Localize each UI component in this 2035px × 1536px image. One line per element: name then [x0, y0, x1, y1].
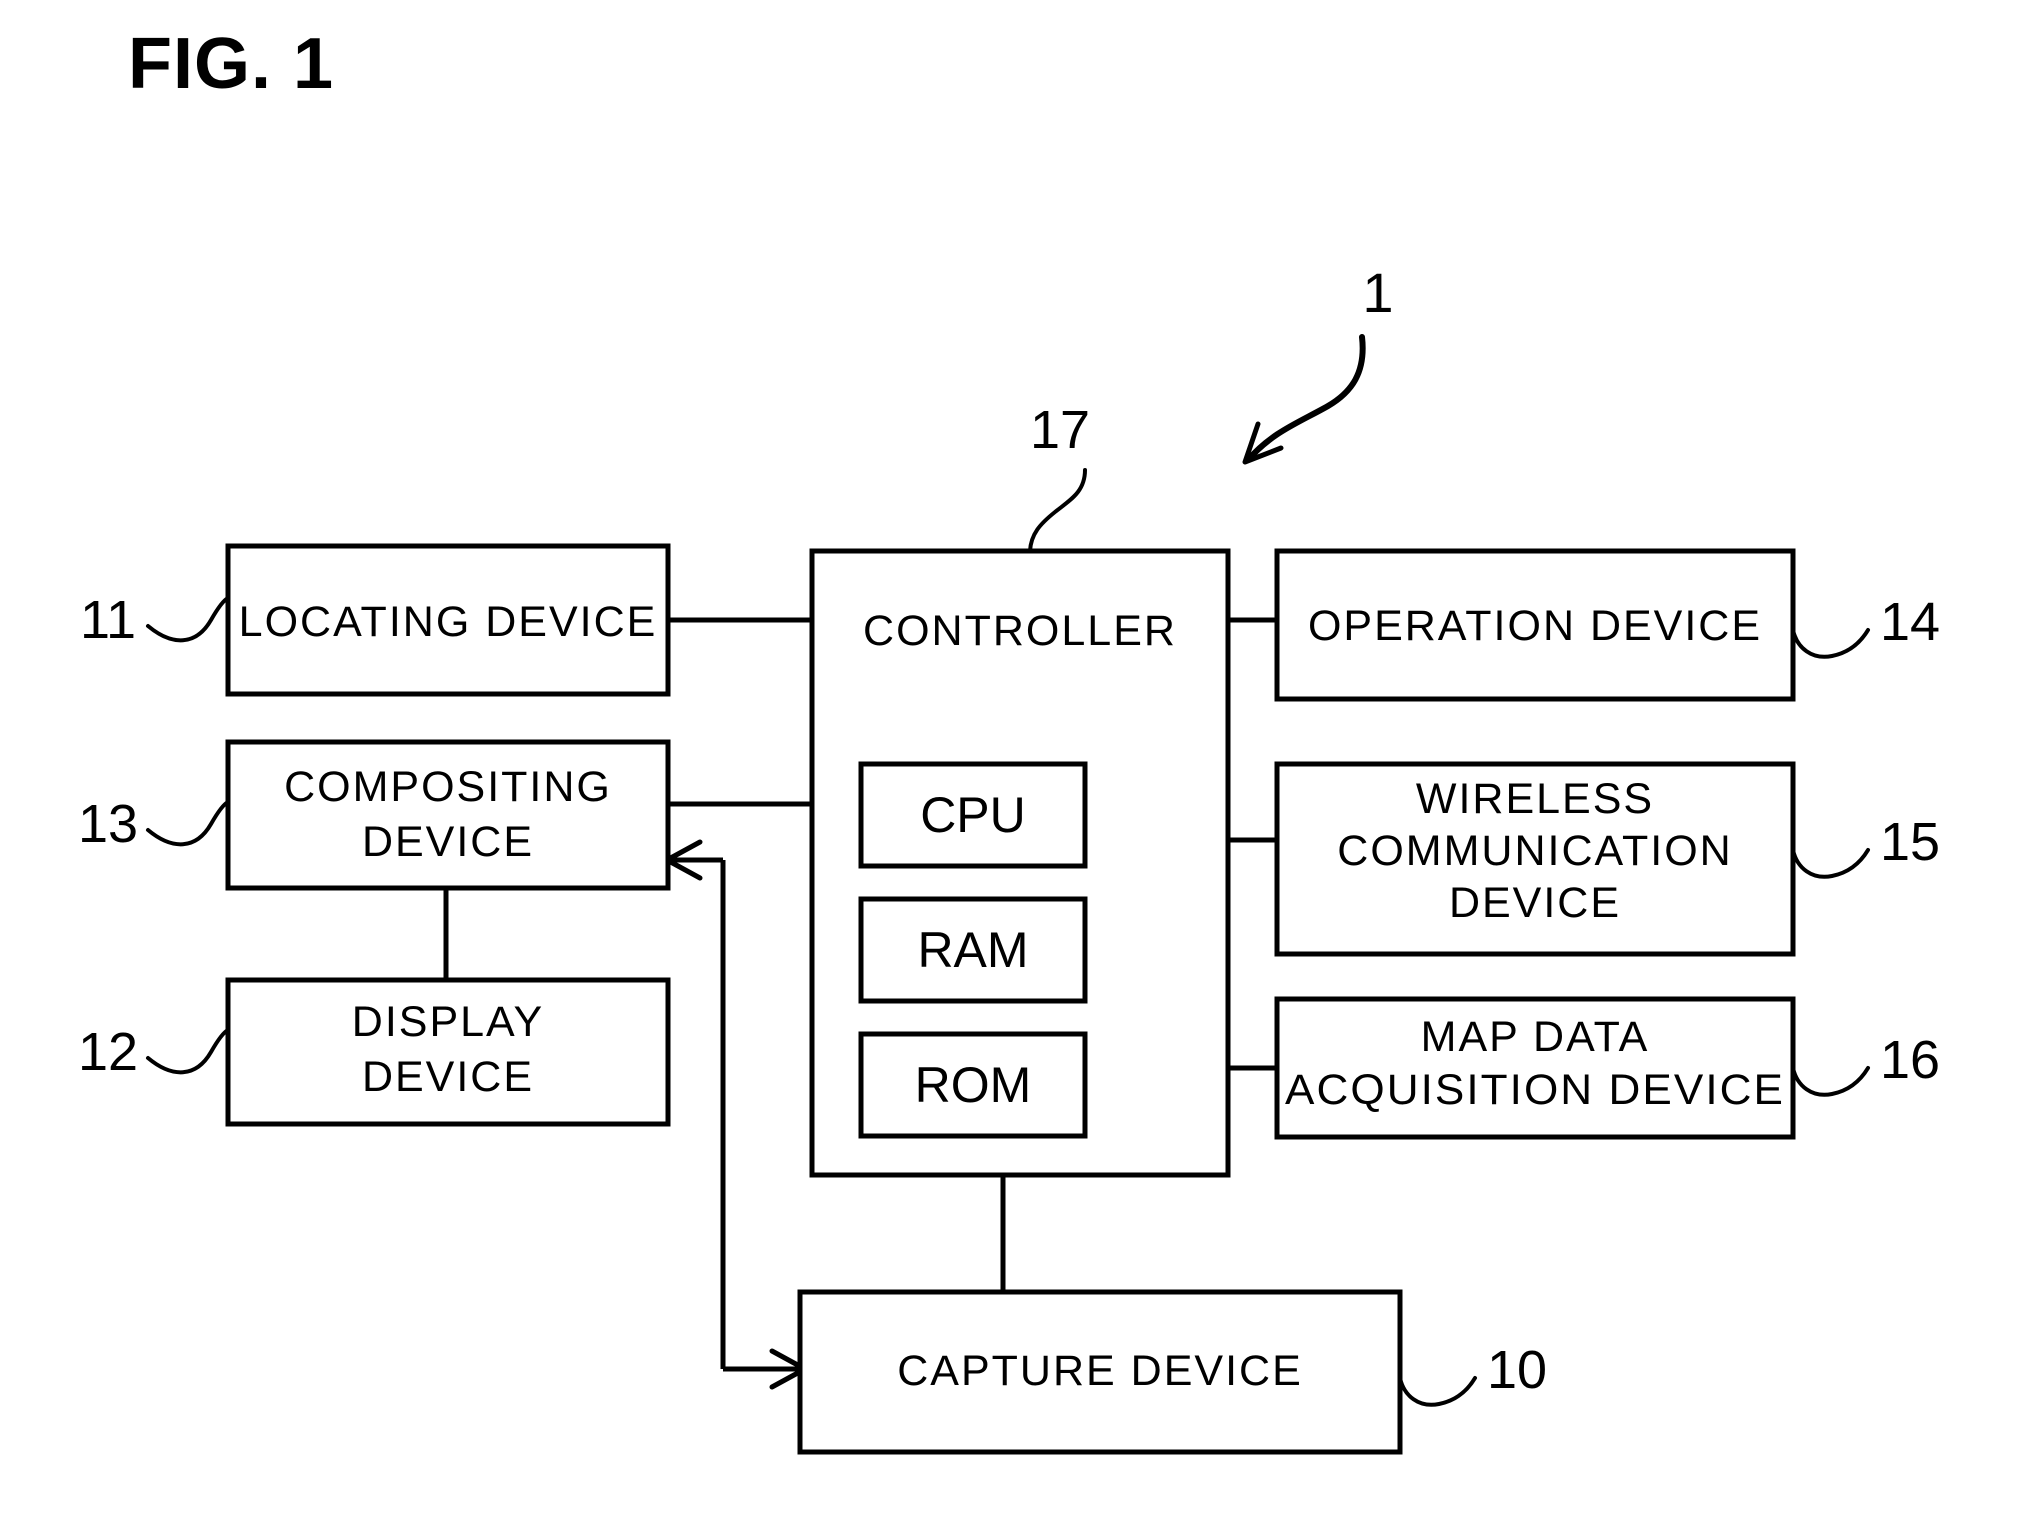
ref-number-12: 12: [78, 1022, 138, 1082]
leader-line-16: [1791, 1066, 1870, 1097]
wireless-communication-device-label-line1: WIRELESS: [1416, 775, 1654, 823]
leader-line-11: [146, 596, 230, 643]
ref-number-11: 11: [80, 590, 136, 650]
display-device-label-line2: DEVICE: [362, 1053, 534, 1101]
leader-line-15: [1791, 848, 1870, 879]
leader-line-12: [146, 1028, 230, 1075]
ref-number-1: 1: [1362, 261, 1393, 324]
patent-figure: FIG. 1 LOCATING DEVICE COMPOSITING DEVIC…: [0, 0, 2035, 1536]
wireless-communication-device-label-line2: COMMUNICATION: [1337, 827, 1732, 875]
locating-device-label: LOCATING DEVICE: [239, 598, 658, 646]
capture-device-label: CAPTURE DEVICE: [897, 1347, 1303, 1395]
leader-line-10: [1398, 1376, 1477, 1407]
ref-number-14: 14: [1880, 592, 1940, 652]
ref-number-10: 10: [1487, 1340, 1547, 1400]
map-data-acquisition-device-label-line2: ACQUISITION DEVICE: [1285, 1066, 1785, 1114]
ram-label: RAM: [917, 922, 1028, 978]
compositing-device-label-line1: COMPOSITING: [284, 763, 612, 811]
wireless-communication-device-label-line3: DEVICE: [1449, 879, 1621, 927]
map-data-acquisition-device-label-line1: MAP DATA: [1421, 1013, 1650, 1061]
leader-line-13: [146, 800, 230, 847]
ref-number-15: 15: [1880, 812, 1940, 872]
rom-label: ROM: [915, 1057, 1032, 1113]
block-diagram: LOCATING DEVICE COMPOSITING DEVICE DISPL…: [78, 261, 1940, 1455]
operation-device-label: OPERATION DEVICE: [1308, 602, 1762, 650]
leader-line-14: [1791, 628, 1870, 659]
cpu-label: CPU: [920, 787, 1026, 843]
leader-line-17: [1028, 468, 1087, 553]
display-device-label-line1: DISPLAY: [352, 998, 544, 1046]
controller-label: CONTROLLER: [863, 607, 1177, 655]
ref-number-16: 16: [1880, 1030, 1940, 1090]
ref-number-17: 17: [1030, 400, 1090, 460]
ref-number-13: 13: [78, 794, 138, 854]
leader-line-1: [1245, 334, 1366, 463]
compositing-device-label-line2: DEVICE: [362, 818, 534, 866]
